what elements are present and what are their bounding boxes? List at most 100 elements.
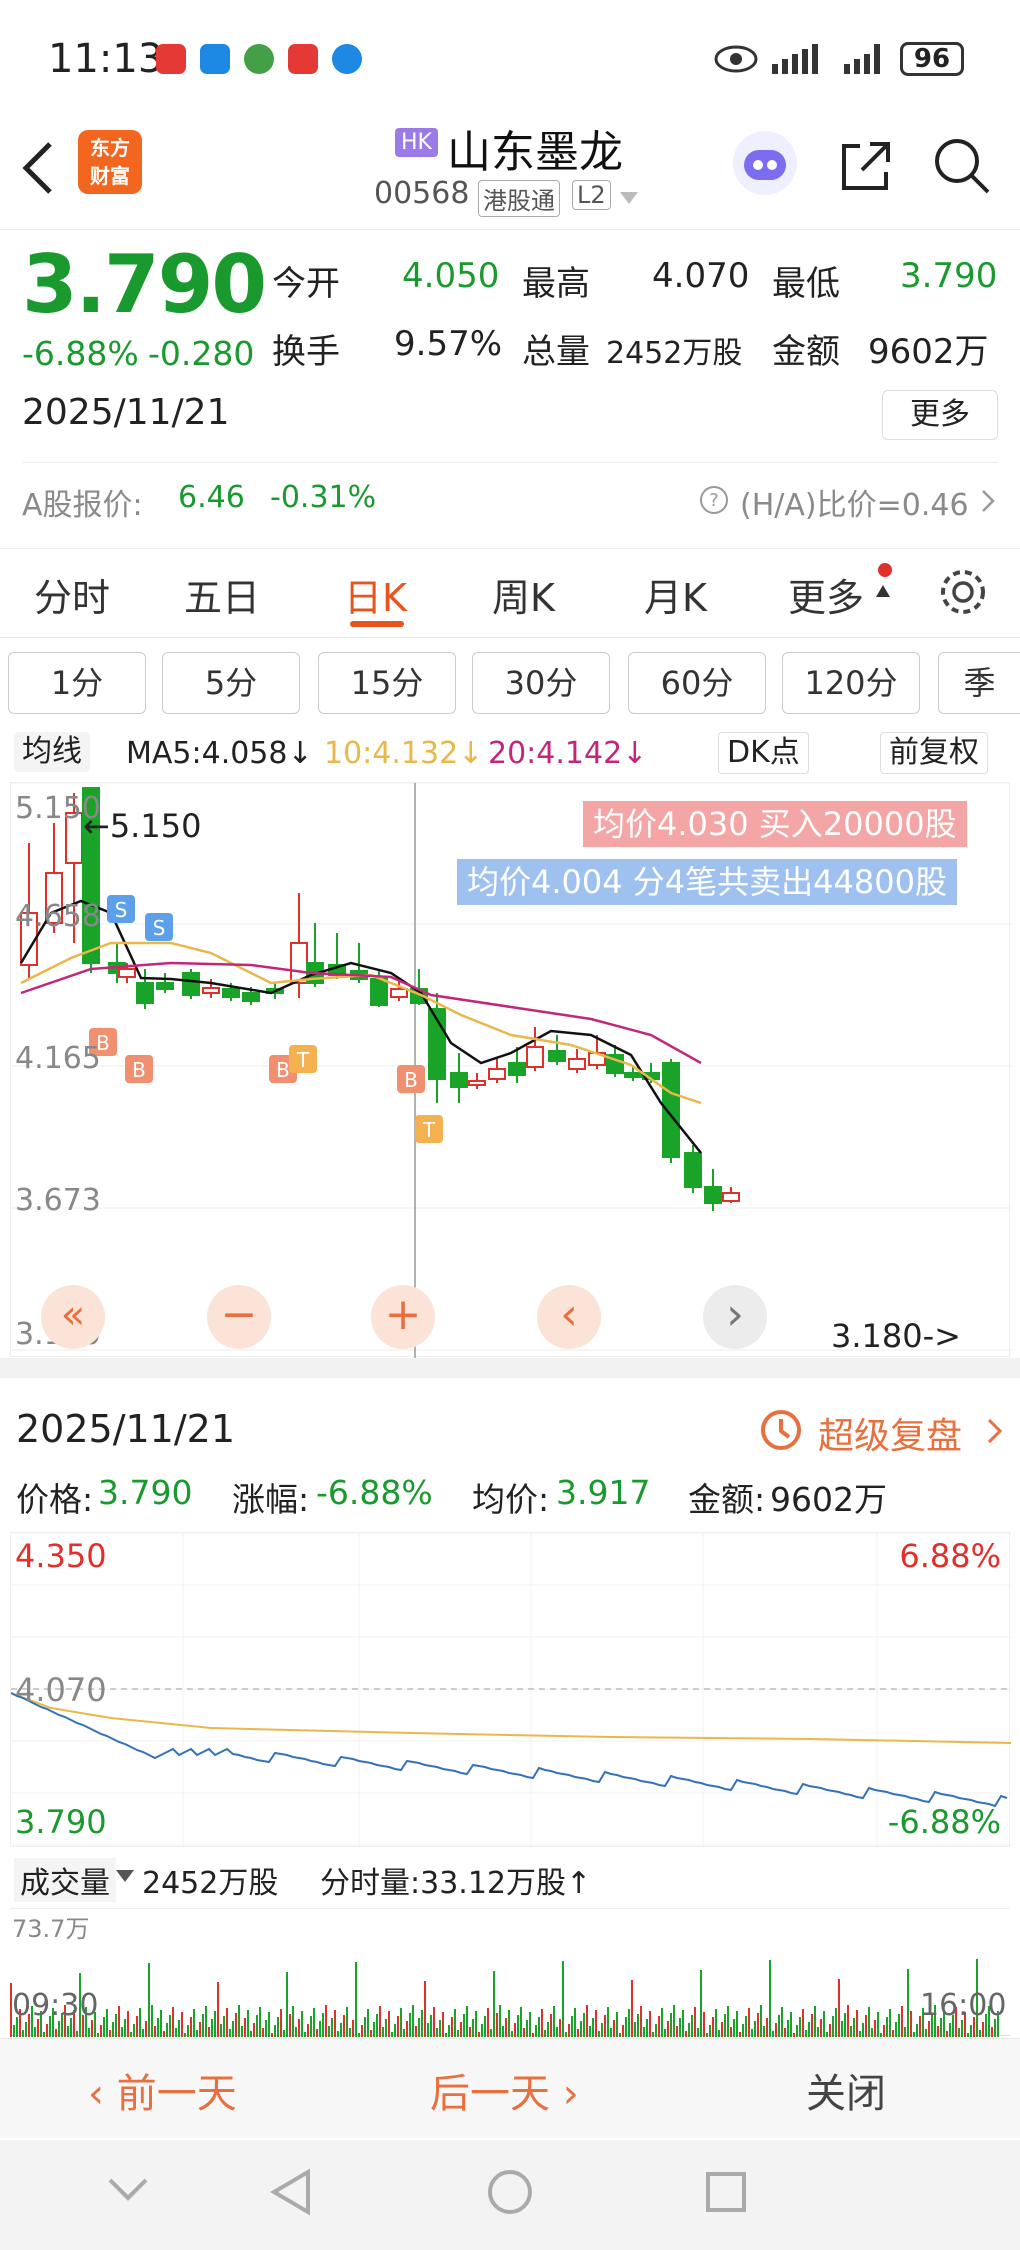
tab-five-day[interactable]: 五日 — [184, 567, 260, 622]
volume-bar — [856, 2010, 858, 2037]
volume-bar — [949, 2023, 951, 2037]
volume-bar — [556, 2027, 558, 2037]
volume-bar — [445, 2033, 447, 2037]
zoom-out-button[interactable]: − — [207, 1285, 271, 1349]
volume-bar — [817, 2027, 819, 2037]
stock-name: 山东墨龙 — [447, 127, 623, 178]
volume-bar — [217, 1982, 219, 2037]
nav-back-icon[interactable] — [268, 2168, 312, 2216]
volume-bar — [247, 2010, 249, 2037]
subtab-120min[interactable]: 120分 — [782, 652, 920, 714]
max-price-label: ←5.150 — [83, 807, 202, 845]
volume-bar — [745, 2016, 747, 2037]
chevron-right-icon[interactable] — [986, 1417, 1004, 1445]
volume-bar — [154, 2026, 156, 2037]
trade-marker-label: B — [404, 1068, 418, 1092]
subtab-5min[interactable]: 5分 — [162, 652, 300, 714]
volume-bar — [571, 2016, 573, 2037]
volume-bar — [835, 2008, 837, 2037]
zoom-in-button[interactable]: + — [371, 1285, 435, 1349]
dropdown-icon[interactable] — [618, 190, 640, 206]
subtab-15min[interactable]: 15分 — [318, 652, 456, 714]
subtab-30min[interactable]: 30分 — [472, 652, 610, 714]
sell-banner: 均价4.004 分4笔共卖出44800股 — [457, 859, 957, 905]
adjust-select[interactable]: 前复权 — [880, 732, 988, 774]
prev-bar-button[interactable]: ‹ — [537, 1285, 601, 1349]
chevron-right-icon[interactable] — [980, 488, 996, 514]
dk-point-select[interactable]: DK点 — [718, 732, 809, 774]
turnover-value: 9.57% — [394, 324, 503, 364]
volume-bar — [757, 2013, 759, 2037]
volume-bar — [169, 2015, 171, 2037]
active-tab-indicator — [350, 621, 404, 627]
nav-recent-icon[interactable] — [704, 2170, 748, 2214]
scroll-left-fast-button[interactable]: « — [41, 1285, 105, 1349]
volume-bar — [355, 1962, 357, 2037]
tab-weekly-k[interactable]: 周K — [492, 567, 555, 622]
share-icon[interactable] — [838, 138, 894, 194]
timeshare-chart[interactable]: 4.350 6.88% 4.070 3.790 -6.88% — [10, 1532, 1012, 1848]
volume-bar — [148, 1963, 150, 2037]
tab-daily-k[interactable]: 日K — [344, 567, 407, 622]
volume-bar — [667, 2021, 669, 2037]
avg-label: 均价: — [472, 1480, 550, 1519]
volume-bar — [505, 2018, 507, 2037]
next-day-button[interactable]: 后一天 › — [430, 2061, 579, 2119]
next-bar-button[interactable]: › — [703, 1285, 767, 1349]
open-value: 4.050 — [402, 256, 500, 296]
indicator-select[interactable]: 均线 — [14, 732, 90, 772]
volume-bar — [322, 2013, 324, 2037]
volume-bar — [349, 2028, 351, 2037]
volume-bar — [979, 2030, 981, 2037]
volume-bar — [235, 2013, 237, 2037]
tab-monthly-k[interactable]: 月K — [644, 567, 707, 622]
back-icon[interactable] — [18, 138, 58, 198]
volume-bar — [406, 2021, 408, 2037]
status-bar: 11:13 96 — [0, 0, 1020, 120]
volume-bar — [547, 2022, 549, 2037]
history-icon[interactable] — [758, 1407, 804, 1453]
subtab-1min[interactable]: 1分 — [8, 652, 146, 714]
volume-bar — [172, 2007, 174, 2037]
volume-bar — [253, 2023, 255, 2037]
volume-bar — [43, 2032, 45, 2037]
help-icon[interactable]: ? — [698, 484, 730, 516]
kline-chart[interactable]: BBBTBTSS 5.150 4.658 4.165 3.673 3.180 ←… — [10, 782, 1011, 1358]
volume-bar — [190, 2017, 192, 2037]
volume-bar — [838, 1979, 840, 2037]
volume-bar — [184, 2033, 186, 2037]
gear-icon[interactable] — [936, 565, 990, 619]
more-button[interactable]: 更多 — [882, 390, 998, 440]
robot-assistant-icon[interactable] — [730, 128, 800, 198]
tab-more[interactable]: 更多 — [788, 567, 864, 622]
nav-home-icon[interactable] — [486, 2168, 534, 2216]
volume-bar — [703, 2012, 705, 2037]
chevron-down-icon[interactable] — [106, 2174, 150, 2204]
volume-bar — [403, 2029, 405, 2037]
volume-bar — [340, 2023, 342, 2037]
volume-bar — [754, 2021, 756, 2037]
volume-select[interactable]: 成交量 — [14, 1858, 116, 1902]
app-logo[interactable]: 东方 财富 — [78, 130, 142, 194]
avg-value: 3.917 — [556, 1473, 651, 1512]
app-notification-icon — [156, 44, 186, 74]
volume-bar — [106, 2009, 108, 2037]
subtab-60min[interactable]: 60分 — [628, 652, 766, 714]
volume-bar — [847, 2005, 849, 2037]
dropdown-icon[interactable] — [116, 1870, 134, 1882]
close-button[interactable]: 关闭 — [806, 2061, 886, 2119]
volume-bar — [457, 2030, 459, 2037]
volume-bar — [538, 2017, 540, 2037]
tab-timeshare[interactable]: 分时 — [34, 567, 110, 622]
volume-bar — [520, 2007, 522, 2037]
candle-body — [136, 982, 154, 1004]
search-icon[interactable] — [932, 136, 992, 196]
volume-bar — [574, 2008, 576, 2037]
prev-day-button[interactable]: ‹ 前一天 — [88, 2061, 237, 2119]
candle-body — [156, 982, 174, 990]
subtab-quarter[interactable]: 季 — [938, 652, 1020, 714]
volume-panel: 成交量 2452万股 分时量:33.12万股↑ 73.7万 09:30 16:0… — [0, 1852, 1020, 2037]
candle-body — [526, 1046, 544, 1068]
ha-ratio[interactable]: (H/A)比价=0.46 — [740, 480, 969, 524]
super-replay-link[interactable]: 超级复盘 — [818, 1407, 962, 1459]
